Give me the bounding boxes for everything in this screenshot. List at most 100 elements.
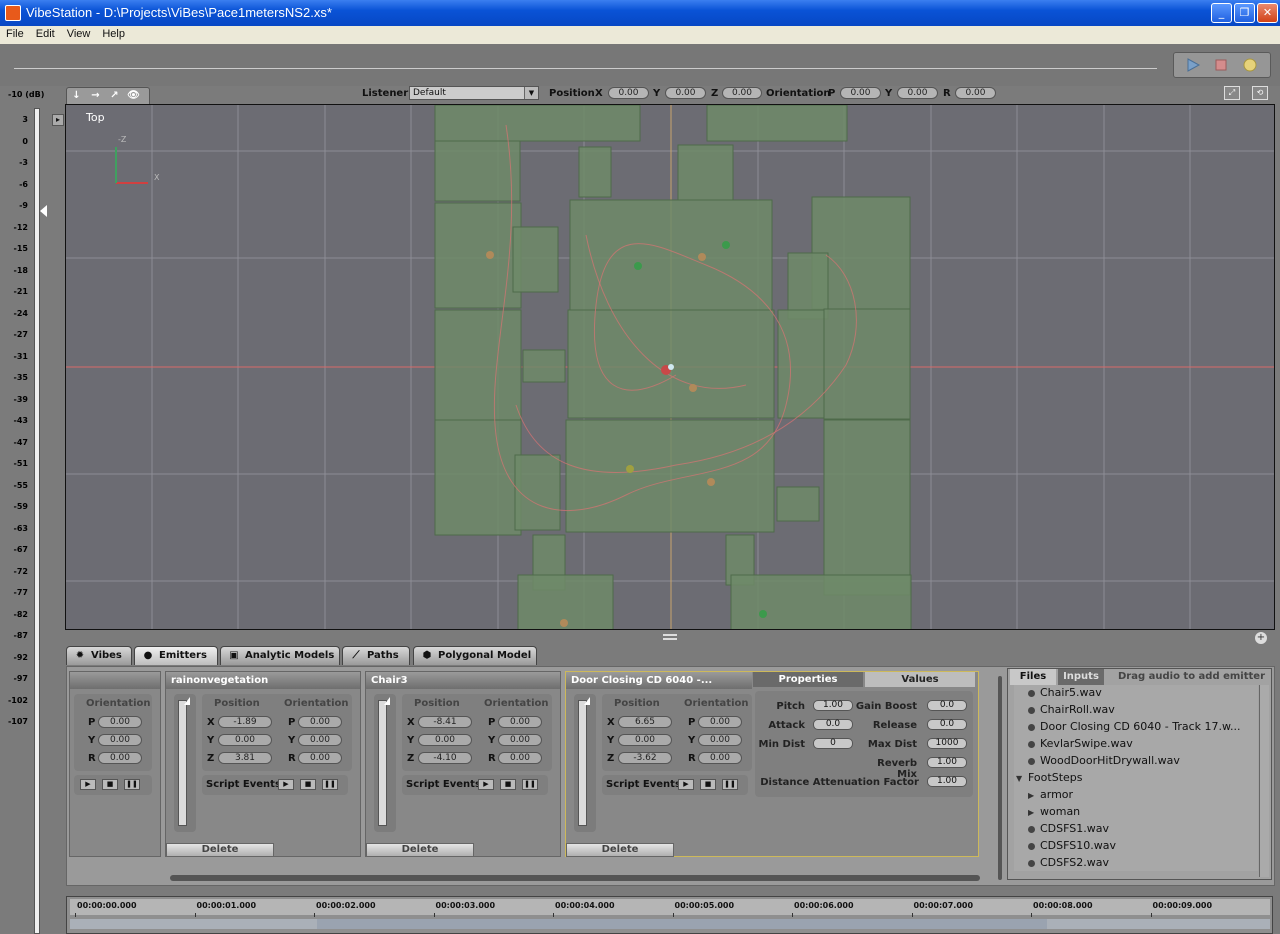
menu-edit[interactable]: Edit [30, 26, 61, 40]
pause-icon[interactable]: ❚❚ [124, 779, 140, 790]
menu-help[interactable]: Help [96, 26, 131, 40]
tab-inputs[interactable]: Inputs [1058, 669, 1104, 685]
view-right-icon[interactable]: → [86, 90, 105, 101]
pos-y-field[interactable]: 0.00 [665, 87, 706, 99]
tab-paths[interactable]: ⟋ Paths [342, 646, 410, 665]
reverb-mix-field[interactable]: 1.00 [927, 757, 967, 768]
oy-field[interactable]: 0.00 [498, 734, 542, 746]
attack-field[interactable]: 0.0 [813, 719, 853, 730]
tab-polygonal-model[interactable]: ⬢ Polygonal Model [413, 646, 537, 665]
pos-x-field[interactable]: 0.00 [608, 87, 649, 99]
r-field[interactable]: 0.00 [498, 752, 542, 764]
z-field[interactable]: -3.62 [618, 752, 672, 764]
vu-level-pointer[interactable] [40, 205, 47, 217]
r-field[interactable]: 0.00 [98, 752, 142, 764]
listener-select[interactable]: Default ▼ [409, 86, 539, 100]
panel-vertical-scrollbar[interactable] [998, 676, 1002, 880]
reset-view-icon[interactable]: ⟲ [1252, 86, 1268, 100]
z-field[interactable]: -4.10 [418, 752, 472, 764]
fit-view-icon[interactable]: ⤢ [1224, 86, 1240, 100]
volume-slider[interactable] [174, 694, 196, 832]
collapsed-arrow-icon[interactable]: ▶ [1028, 791, 1034, 800]
scene-viewport[interactable]: Top -Z X [65, 104, 1275, 630]
p-field[interactable]: 0.00 [498, 716, 542, 728]
ori-y-field[interactable]: 0.00 [897, 87, 938, 99]
timeline-selection[interactable] [317, 919, 1047, 929]
x-field[interactable]: -1.89 [218, 716, 272, 728]
min-dist-field[interactable]: 0 [813, 738, 853, 749]
distance-attenuation-field[interactable]: 1.00 [927, 776, 967, 787]
x-field[interactable]: 6.65 [618, 716, 672, 728]
tab-analytic-models[interactable]: ▣ Analytic Models [220, 646, 340, 665]
oy-field[interactable]: 0.00 [298, 734, 342, 746]
y-field[interactable]: 0.00 [618, 734, 672, 746]
files-scrollbar[interactable] [1259, 685, 1269, 877]
y-field[interactable]: 0.00 [218, 734, 272, 746]
view-eye-icon[interactable]: 👁 [124, 90, 143, 101]
menu-view[interactable]: View [61, 26, 97, 40]
play-icon[interactable] [1185, 57, 1201, 73]
record-icon[interactable] [1242, 57, 1258, 73]
y-field[interactable]: 0.00 [418, 734, 472, 746]
view-down-icon[interactable]: ↓ [67, 90, 86, 101]
z-field[interactable]: 3.81 [218, 752, 272, 764]
pause-icon[interactable]: ❚❚ [722, 779, 738, 790]
delete-button[interactable]: Delete [566, 843, 674, 857]
r-field[interactable]: 0.00 [698, 752, 742, 764]
menu-file[interactable]: File [0, 26, 30, 40]
slider-knob[interactable] [384, 697, 390, 705]
release-field[interactable]: 0.0 [927, 719, 967, 730]
pause-icon[interactable]: ❚❚ [322, 779, 338, 790]
r-label: R [688, 753, 696, 764]
stop-icon[interactable] [1213, 57, 1229, 73]
volume-slider[interactable] [374, 694, 396, 832]
play-icon[interactable]: ▶ [678, 779, 694, 790]
x-field[interactable]: -8.41 [418, 716, 472, 728]
r-field[interactable]: 0.00 [298, 752, 342, 764]
slider-knob[interactable] [584, 697, 590, 705]
timeline-tick [672, 913, 674, 917]
properties-tab[interactable]: Properties [753, 672, 863, 687]
delete-button[interactable]: Delete [366, 843, 474, 857]
chevron-down-icon[interactable]: ▼ [524, 87, 538, 99]
stop-icon[interactable]: ■ [700, 779, 716, 790]
close-button[interactable]: ✕ [1257, 3, 1278, 23]
minimize-button[interactable]: _ [1211, 3, 1232, 23]
ori-r-field[interactable]: 0.00 [955, 87, 996, 99]
delete-button[interactable]: Delete [166, 843, 274, 857]
p-field[interactable]: 0.00 [298, 716, 342, 728]
pause-icon[interactable]: ❚❚ [522, 779, 538, 790]
max-dist-field[interactable]: 1000 [927, 738, 967, 749]
emitter-card[interactable]: rainonvegetation Position Orientation X -1.8… [165, 671, 361, 857]
pos-z-field[interactable]: 0.00 [722, 87, 762, 99]
values-tab[interactable]: Values [865, 672, 975, 687]
maximize-button[interactable]: ❐ [1234, 3, 1255, 23]
panel-horizontal-scrollbar[interactable] [170, 875, 980, 881]
stop-icon[interactable]: ■ [500, 779, 516, 790]
tab-vibes[interactable]: ✹ Vibes [66, 646, 132, 665]
pitch-field[interactable]: 1.00 [813, 700, 853, 711]
stop-icon[interactable]: ■ [102, 779, 118, 790]
timeline[interactable]: 00:00:00.000 00:00:01.000 00:00:02.000 00:0… [66, 896, 1273, 934]
stop-icon[interactable]: ■ [300, 779, 316, 790]
play-icon[interactable]: ▶ [478, 779, 494, 790]
gain-boost-field[interactable]: 0.0 [927, 700, 967, 711]
expanded-arrow-icon[interactable]: ▼ [1016, 774, 1022, 783]
oy-field[interactable]: 0.00 [98, 734, 142, 746]
oy-field[interactable]: 0.00 [698, 734, 742, 746]
play-icon[interactable]: ▶ [80, 779, 96, 790]
play-icon[interactable]: ▶ [278, 779, 294, 790]
tab-files[interactable]: Files [1010, 669, 1056, 685]
tab-emitters[interactable]: ● Emitters [134, 646, 218, 665]
ori-p-field[interactable]: 0.00 [840, 87, 881, 99]
volume-slider[interactable] [574, 694, 596, 832]
panel-splitter[interactable] [663, 634, 677, 640]
add-panel-button[interactable]: + [1255, 632, 1267, 644]
p-field[interactable]: 0.00 [698, 716, 742, 728]
p-field[interactable]: 0.00 [98, 716, 142, 728]
collapsed-arrow-icon[interactable]: ▶ [1028, 808, 1034, 817]
view-diag-icon[interactable]: ↗ [105, 90, 124, 101]
emitter-card[interactable]: Chair3 Position Orientation X -8.41 Y 0.00 Z -4.… [365, 671, 561, 857]
viewport-expand-button[interactable]: ▸ [52, 114, 64, 126]
slider-knob[interactable] [184, 697, 190, 705]
